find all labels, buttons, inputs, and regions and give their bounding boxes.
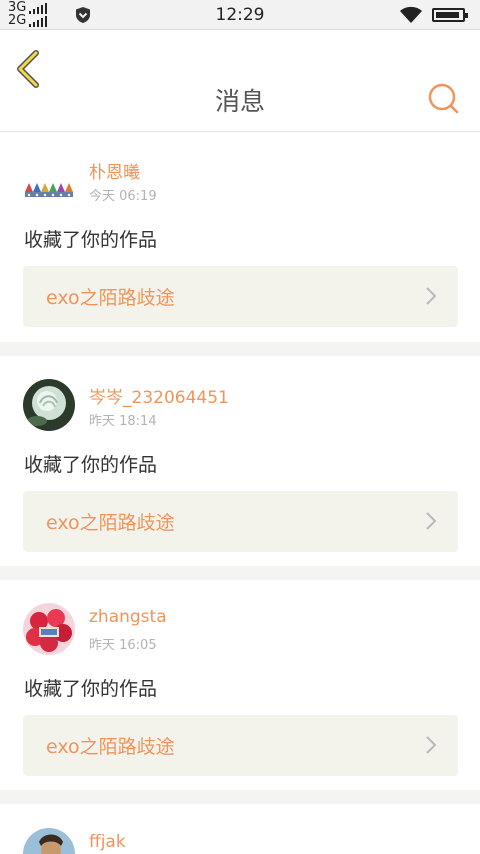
divider bbox=[0, 342, 480, 356]
divider bbox=[0, 566, 480, 580]
message-time: 昨天 16:05 bbox=[89, 638, 157, 653]
wifi-icon bbox=[400, 6, 422, 23]
search-icon[interactable] bbox=[427, 82, 459, 114]
chevron-right-icon bbox=[426, 736, 436, 754]
username[interactable]: zhangsta bbox=[89, 607, 167, 627]
avatar[interactable] bbox=[23, 603, 75, 655]
avatar[interactable] bbox=[22, 159, 76, 213]
message-time: 今天 06:19 bbox=[89, 189, 157, 204]
message-time: 昨天 18:14 bbox=[89, 414, 157, 429]
username[interactable]: 朴恩曦 bbox=[89, 158, 140, 183]
work-title: exo之陌路歧途 bbox=[46, 512, 175, 534]
work-link[interactable]: exo之陌路歧途 bbox=[23, 491, 458, 552]
work-title: exo之陌路歧途 bbox=[46, 287, 175, 309]
divider bbox=[0, 790, 480, 804]
work-link[interactable]: exo之陌路歧途 bbox=[23, 266, 458, 327]
message-action: 收藏了你的作品 bbox=[24, 454, 158, 476]
battery-icon bbox=[432, 8, 468, 22]
message-card: 岑岑_232064451 昨天 18:14 收藏了你的作品 exo之陌路歧途 bbox=[0, 356, 480, 566]
avatar[interactable] bbox=[23, 828, 75, 854]
message-card: 朴恩曦 今天 06:19 收藏了你的作品 exo之陌路歧途 bbox=[0, 132, 480, 342]
chevron-right-icon bbox=[426, 287, 436, 305]
avatar[interactable] bbox=[23, 379, 75, 431]
message-card: ffjak bbox=[0, 804, 480, 854]
status-bar: 3G 2G 12:29 bbox=[0, 0, 480, 30]
message-action: 收藏了你的作品 bbox=[24, 229, 158, 251]
chevron-right-icon bbox=[426, 512, 436, 530]
work-title: exo之陌路歧途 bbox=[46, 736, 175, 758]
work-link[interactable]: exo之陌路歧途 bbox=[23, 715, 458, 776]
username[interactable]: ffjak bbox=[89, 832, 126, 852]
message-card: zhangsta 昨天 16:05 收藏了你的作品 exo之陌路歧途 bbox=[0, 580, 480, 790]
page-title: 消息 bbox=[214, 87, 265, 116]
battery-level bbox=[436, 12, 459, 18]
username[interactable]: 岑岑_232064451 bbox=[89, 383, 229, 408]
message-action: 收藏了你的作品 bbox=[24, 678, 158, 700]
